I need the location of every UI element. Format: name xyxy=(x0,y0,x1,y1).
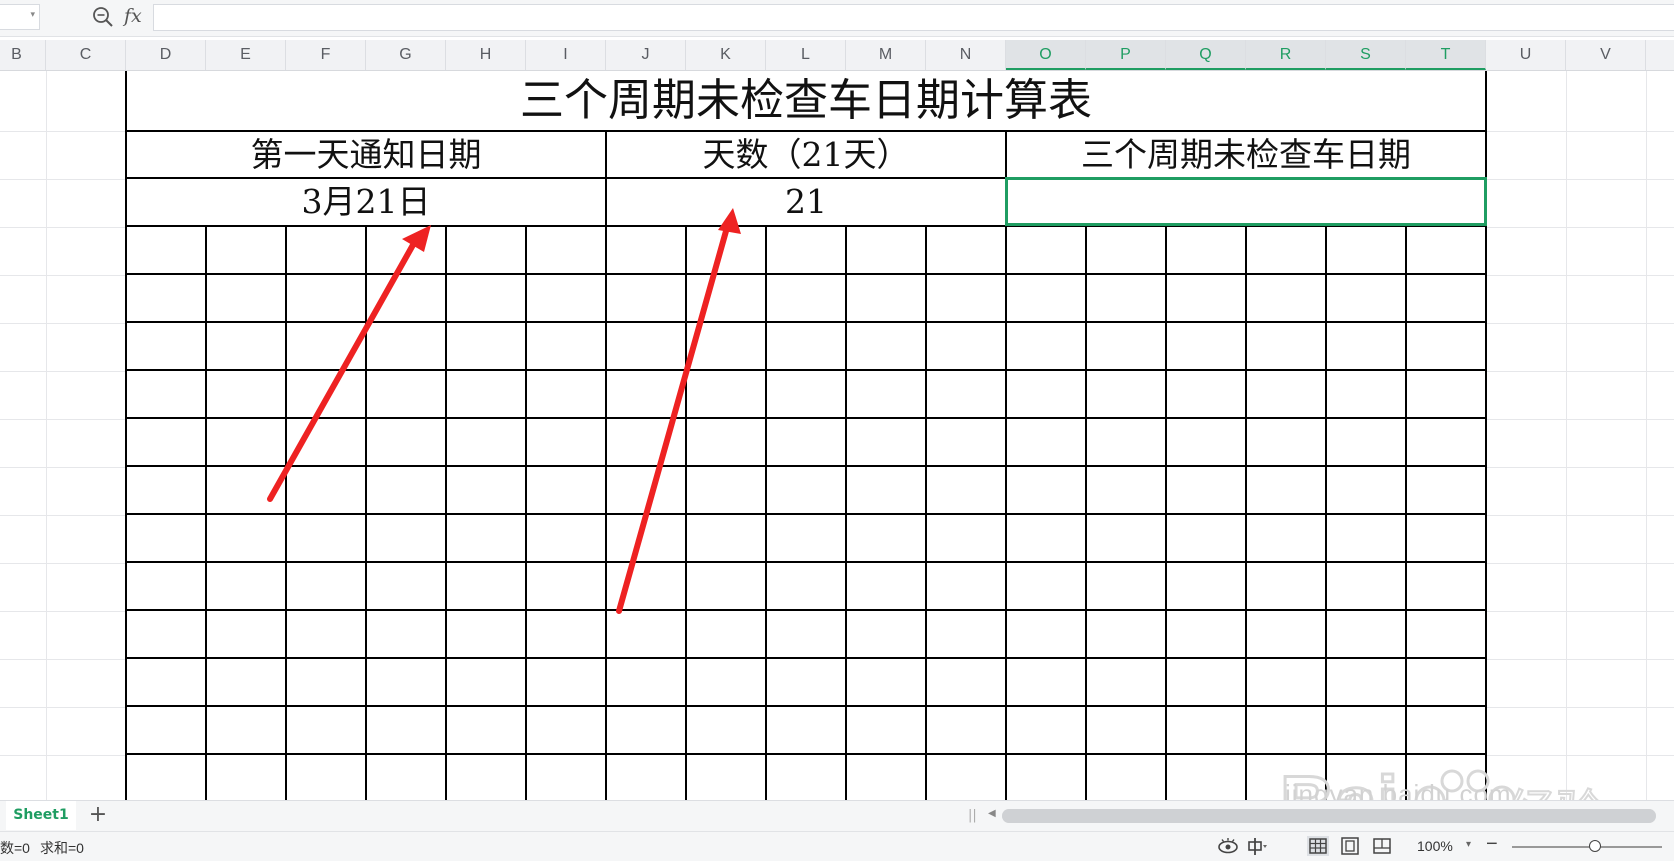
zoom-out-button[interactable]: − xyxy=(1486,833,1498,856)
column-header-f[interactable]: F xyxy=(286,40,366,70)
column-header-q[interactable]: Q xyxy=(1166,40,1246,70)
column-header-k[interactable]: K xyxy=(686,40,766,70)
scroll-left-icon[interactable]: ◀ xyxy=(988,808,996,819)
page-break-view-icon[interactable] xyxy=(1371,836,1393,856)
column-header-j[interactable]: J xyxy=(606,40,686,70)
zoom-slider[interactable] xyxy=(1512,846,1662,848)
column-header-h[interactable]: H xyxy=(446,40,526,70)
add-sheet-button[interactable]: + xyxy=(86,803,110,827)
status-count: 数=0 xyxy=(0,840,30,856)
column-header-e[interactable]: E xyxy=(206,40,286,70)
column-header-t[interactable]: T xyxy=(1406,40,1486,70)
column-header-l[interactable]: L xyxy=(766,40,846,70)
tab-splitter-handle[interactable]: || xyxy=(968,808,977,823)
eye-protection-icon[interactable] xyxy=(1217,836,1239,856)
status-bar: 数=0 求和=0 100% ▾ − xyxy=(0,831,1674,861)
zoom-dropdown-icon[interactable]: ▾ xyxy=(1466,839,1471,850)
name-box[interactable]: ▾ xyxy=(0,4,40,30)
column-header-p[interactable]: P xyxy=(1086,40,1166,70)
column-header-d[interactable]: D xyxy=(126,40,206,70)
column-header-b[interactable]: B xyxy=(0,40,46,70)
page-layout-view-icon[interactable] xyxy=(1339,836,1361,856)
column-header-v[interactable]: V xyxy=(1566,40,1646,70)
column-header-r[interactable]: R xyxy=(1246,40,1326,70)
worksheet-grid[interactable]: 三个周期未检查车日期计算表 第一天通知日期 天数（21天） 三个周期未检查车日期… xyxy=(0,71,1674,800)
formula-input[interactable] xyxy=(153,4,1674,31)
watermark-url: jingyan.baidu.com xyxy=(1285,779,1512,800)
red-arrow-icon-1 xyxy=(267,225,431,502)
column-header-row: BCDEFGHIJKLMNOPQRSTUV xyxy=(0,40,1674,71)
column-header-g[interactable]: G xyxy=(366,40,446,70)
sheet-tab-sheet1[interactable]: Sheet1 xyxy=(6,801,76,830)
sheet-tab-bar: Sheet1 + || ◀ xyxy=(0,800,1674,831)
red-arrow-icon-2 xyxy=(616,208,741,614)
column-header-o[interactable]: O xyxy=(1006,40,1086,70)
column-header-i[interactable]: I xyxy=(526,40,606,70)
name-box-dropdown-icon[interactable]: ▾ xyxy=(30,10,35,20)
column-header-n[interactable]: N xyxy=(926,40,1006,70)
column-header-c[interactable]: C xyxy=(46,40,126,70)
horizontal-scrollbar[interactable] xyxy=(1002,809,1656,823)
normal-view-icon[interactable] xyxy=(1307,836,1329,856)
column-header-s[interactable]: S xyxy=(1326,40,1406,70)
column-header-u[interactable]: U xyxy=(1486,40,1566,70)
zoom-icon[interactable] xyxy=(92,6,114,28)
zoom-slider-handle[interactable] xyxy=(1589,840,1601,852)
formula-bar: ▾ fx xyxy=(0,0,1674,37)
function-icon[interactable]: fx xyxy=(124,5,142,27)
status-sum: 求和=0 xyxy=(40,840,84,856)
column-header-m[interactable]: M xyxy=(846,40,926,70)
annotation-arrows xyxy=(267,208,741,614)
horizontal-scroll-thumb[interactable] xyxy=(1002,809,1656,823)
zoom-level[interactable]: 100% xyxy=(1417,838,1453,854)
input-method-icon[interactable] xyxy=(1246,836,1268,856)
